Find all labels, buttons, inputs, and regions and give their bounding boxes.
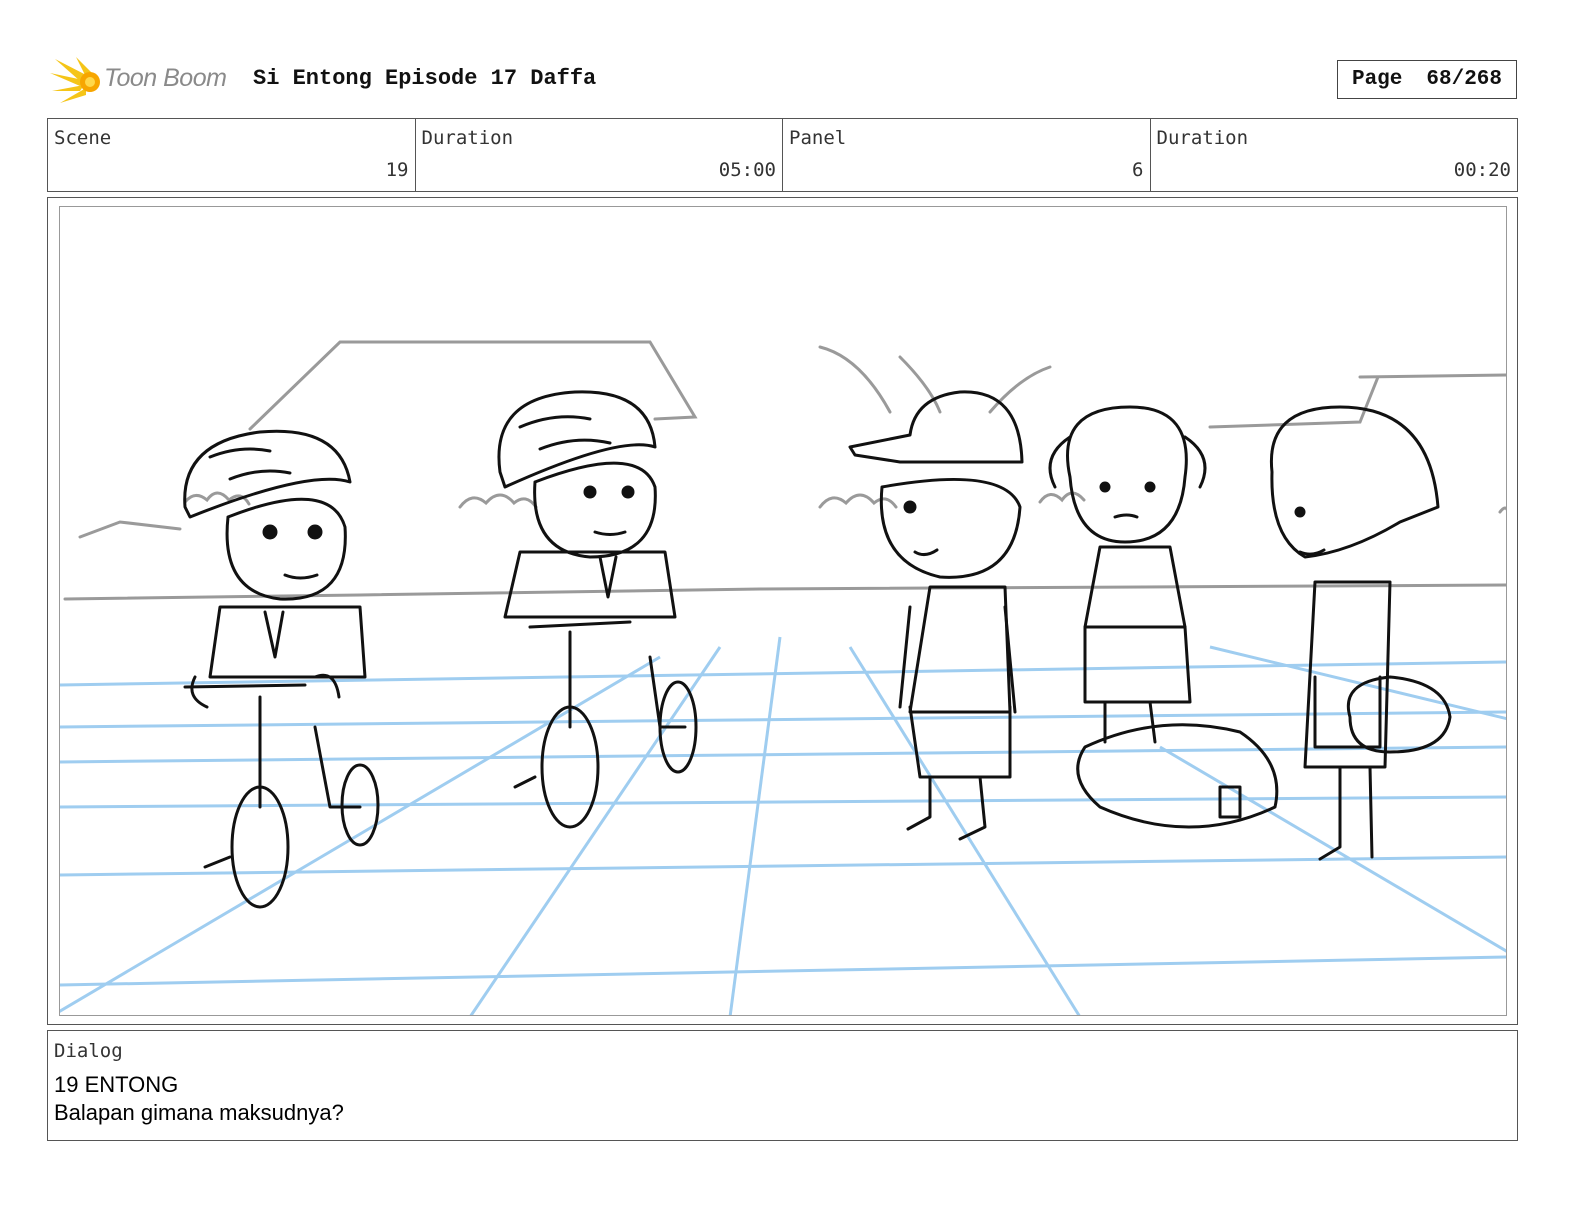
document-title: Si Entong Episode 17 Daffa xyxy=(253,66,597,91)
panel-duration-cell: Duration 00:20 xyxy=(1151,119,1518,191)
character-boy-bag xyxy=(1269,405,1452,861)
dialog-label: Dialog xyxy=(54,1040,123,1062)
storyboard-sketch-image xyxy=(60,340,1506,1015)
storyboard-panel xyxy=(47,197,1518,1025)
dialog-speaker-line: 19 ENTONG xyxy=(54,1072,179,1097)
panel-value: 6 xyxy=(1132,159,1144,181)
perspective-grid xyxy=(60,636,1506,1015)
character-boy-cap xyxy=(848,390,1024,841)
character-rider-left xyxy=(183,429,380,909)
dialog-text-line: Balapan gimana maksudnya? xyxy=(54,1100,344,1125)
panel-duration-label: Duration xyxy=(1156,127,1249,149)
logo-wordmark: Toon Boom xyxy=(104,64,227,92)
page-label: Page xyxy=(1351,68,1403,91)
scene-duration-label: Duration xyxy=(421,127,514,149)
scene-cell: Scene 19 xyxy=(48,119,416,191)
page-number: 68/268 xyxy=(1426,68,1503,91)
character-rider-middle xyxy=(497,390,698,829)
panel-drawing-area xyxy=(59,206,1507,1016)
page-indicator: Page 68/268 xyxy=(1337,60,1517,99)
panel-duration-value: 00:20 xyxy=(1453,159,1511,181)
character-sketches xyxy=(183,390,1452,909)
dialog-box: Dialog 19 ENTONG Balapan gimana maksudny… xyxy=(47,1030,1518,1141)
character-girl-pigtails xyxy=(1048,405,1279,829)
scene-duration-value: 05:00 xyxy=(718,159,776,181)
scene-info-table: Scene 19 Duration 05:00 Panel 6 Duration… xyxy=(47,118,1518,192)
scene-duration-cell: Duration 05:00 xyxy=(416,119,783,191)
panel-cell: Panel 6 xyxy=(783,119,1151,191)
panel-label: Panel xyxy=(789,127,847,149)
scene-label: Scene xyxy=(54,127,112,149)
scene-value: 19 xyxy=(385,159,409,181)
